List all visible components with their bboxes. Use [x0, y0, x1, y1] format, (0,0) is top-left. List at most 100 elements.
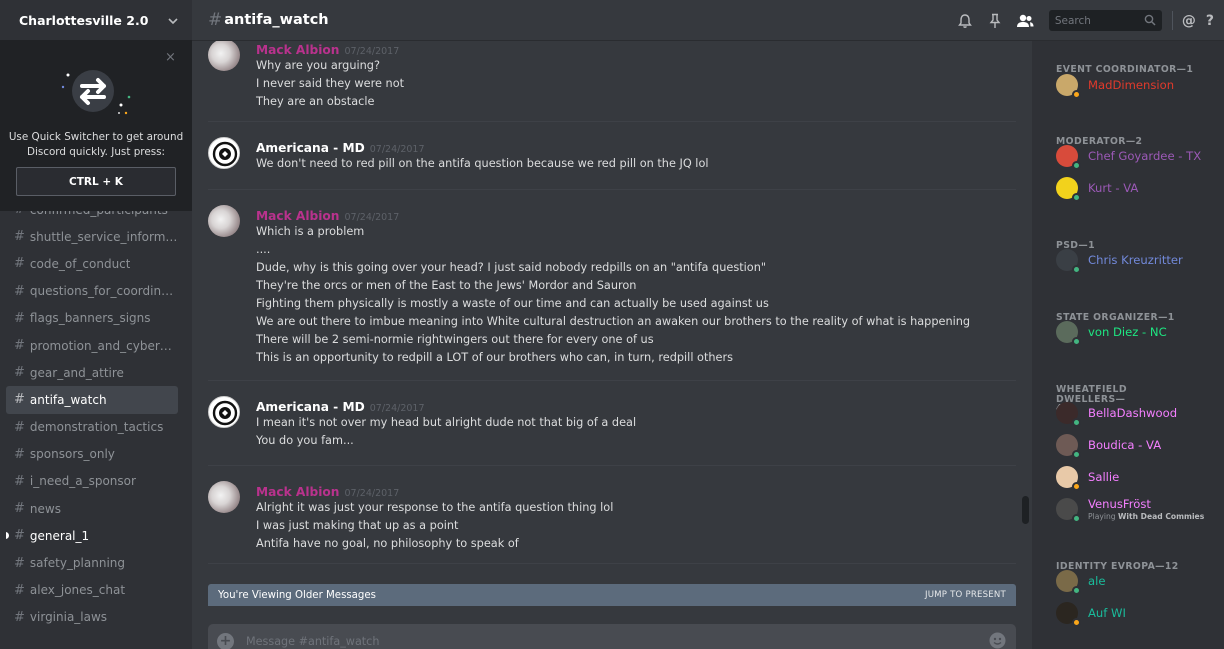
message-input[interactable]: [246, 634, 946, 648]
help-icon[interactable]: ?: [1206, 13, 1214, 29]
chevron-down-icon[interactable]: [168, 11, 178, 30]
message-group: Mack Albion 07/24/2017 Which is a problem.…: [208, 205, 1016, 369]
message-line: We are out there to imbue meaning into W…: [256, 315, 971, 328]
member-item[interactable]: Boudica - VA: [1056, 431, 1216, 459]
member-item[interactable]: ale: [1056, 567, 1216, 595]
member-item[interactable]: VenusFröst Playing With Dead Commies: [1056, 495, 1216, 523]
message-scrollbar[interactable]: [1022, 496, 1029, 524]
channel-label: sponsors_only: [29, 447, 115, 462]
avatar[interactable]: [208, 41, 240, 71]
member-name: von Diez - NC: [1088, 325, 1167, 339]
channel-shuttle-service-informat[interactable]: # shuttle_service_informat...: [6, 223, 178, 250]
older-messages-text: You're Viewing Older Messages: [218, 589, 376, 601]
member-item[interactable]: BellaDashwood: [1056, 399, 1216, 427]
channel-label: safety_planning: [29, 556, 125, 571]
message-line: They're the orcs or men of the East to t…: [256, 279, 637, 292]
status-indicator: [1072, 514, 1081, 523]
search-input[interactable]: [1048, 14, 1139, 27]
member-text: Sallie: [1088, 470, 1119, 484]
channel-hash-icon: #: [14, 528, 25, 544]
channel-antifa-watch[interactable]: # antifa_watch: [6, 386, 178, 414]
member-item[interactable]: Chris Kreuzritter: [1056, 246, 1216, 274]
member-text: ale: [1088, 574, 1105, 588]
member-text: Kurt - VA: [1088, 181, 1138, 195]
channel-label: demonstration_tactics: [29, 420, 164, 435]
member-item[interactable]: von Diez - NC: [1056, 318, 1216, 346]
channel-hash-icon: #: [14, 473, 25, 489]
channel-hash-icon: #: [14, 229, 25, 245]
status-indicator: [1072, 193, 1081, 202]
avatar[interactable]: [208, 396, 240, 428]
channel-hash-icon: #: [14, 419, 25, 435]
channel-hash-icon: #: [14, 283, 25, 299]
channel-flags-banners-signs[interactable]: # flags_banners_signs: [6, 305, 178, 332]
member-item[interactable]: Kurt - VA: [1056, 174, 1216, 202]
message-author[interactable]: Mack Albion: [256, 43, 340, 57]
channel-alex-jones-chat[interactable]: # alex_jones_chat: [6, 577, 178, 604]
members-icon[interactable]: [1015, 11, 1035, 31]
channel-sponsors-only[interactable]: # sponsors_only: [6, 441, 178, 468]
channel-safety-planning[interactable]: # safety_planning: [6, 549, 178, 576]
member-text: VenusFröst Playing With Dead Commies: [1088, 497, 1204, 521]
message-body: We don't need to red pill on the antifa …: [256, 155, 1016, 173]
close-icon[interactable]: ×: [165, 51, 177, 64]
older-messages-banner[interactable]: You're Viewing Older Messages JUMP TO PR…: [208, 584, 1016, 606]
message-divider: [208, 121, 1016, 122]
message-author[interactable]: Americana - MD: [256, 400, 365, 414]
upload-plus-icon[interactable]: +: [217, 632, 234, 649]
search-bar[interactable]: [1048, 10, 1162, 31]
channel-label: alex_jones_chat: [29, 583, 126, 598]
pin-icon[interactable]: [985, 11, 1005, 31]
member-name: BellaDashwood: [1088, 406, 1178, 420]
chat-header: # antifa_watch @ ?: [192, 0, 1224, 41]
channel-list: #confirmed_participants#shuttle_service_…: [0, 196, 192, 631]
channel-news[interactable]: # news: [6, 495, 178, 522]
search-icon: [1144, 14, 1156, 26]
bell-icon[interactable]: [955, 11, 975, 31]
channel-sidebar: Charlottesville 2.0 × Use Quick Switcher…: [0, 0, 192, 649]
member-item[interactable]: Chef Goyardee - TX: [1056, 142, 1216, 170]
message-author[interactable]: Mack Albion: [256, 485, 340, 499]
channel-virginia-laws[interactable]: # virginia_laws: [6, 604, 178, 631]
channel-promotion-and-cyberstr[interactable]: # promotion_and_cyberstr...: [6, 332, 178, 359]
channel-i-need-a-sponsor[interactable]: # i_need_a_sponsor: [6, 468, 178, 495]
message-author[interactable]: Americana - MD: [256, 141, 365, 155]
status-indicator: [1072, 265, 1081, 274]
status-indicator: [1072, 450, 1081, 459]
server-header[interactable]: Charlottesville 2.0: [0, 0, 192, 41]
member-item[interactable]: Auf WI: [1056, 599, 1216, 627]
channel-general-1[interactable]: # general_1: [6, 522, 178, 549]
channel-hash-icon: #: [14, 446, 25, 462]
message-timestamp: 07/24/2017: [369, 144, 425, 155]
activity-prefix: Playing: [1088, 512, 1116, 521]
avatar: [1056, 74, 1081, 99]
channel-label: general_1: [29, 528, 90, 543]
member-item[interactable]: Sallie: [1056, 463, 1216, 491]
channel-demonstration-tactics[interactable]: # demonstration_tactics: [6, 414, 178, 441]
message-line: This is an opportunity to redpill a LOT …: [256, 351, 734, 364]
jump-to-present-button[interactable]: JUMP TO PRESENT: [925, 590, 1006, 600]
at-icon[interactable]: @: [1182, 13, 1196, 29]
toolbar-divider: [1171, 11, 1173, 30]
message-divider: [208, 465, 1016, 466]
member-name: ale: [1088, 574, 1106, 588]
emoji-icon[interactable]: [989, 632, 1006, 649]
member-name: VenusFröst: [1088, 497, 1151, 511]
avatar[interactable]: [208, 205, 240, 237]
message-line: I was just making that up as a point: [256, 519, 459, 532]
avatar[interactable]: [208, 137, 240, 169]
channel-hash-icon: #: [208, 10, 223, 30]
avatar[interactable]: [208, 481, 240, 513]
channel-label: code_of_conduct: [29, 256, 131, 271]
message-line: There will be 2 semi-normie rightwingers…: [256, 333, 654, 346]
message-author[interactable]: Mack Albion: [256, 209, 340, 223]
channel-code-of-conduct[interactable]: # code_of_conduct: [6, 250, 178, 277]
member-item[interactable]: MadDimension: [1056, 71, 1216, 99]
message-timestamp: 07/24/2017: [344, 212, 400, 223]
channel-questions-for-coordinat[interactable]: # questions_for_coordinat...: [6, 278, 178, 305]
unread-indicator: [6, 532, 9, 540]
channel-gear-and-attire[interactable]: # gear_and_attire: [6, 359, 178, 386]
member-name: MadDimension: [1088, 78, 1175, 92]
member-list: EVENT COORDINATOR—1 MadDimension MODERATOR…: [1032, 41, 1224, 649]
message-group: Americana - MD 07/24/2017 I mean it's not …: [208, 396, 1016, 452]
